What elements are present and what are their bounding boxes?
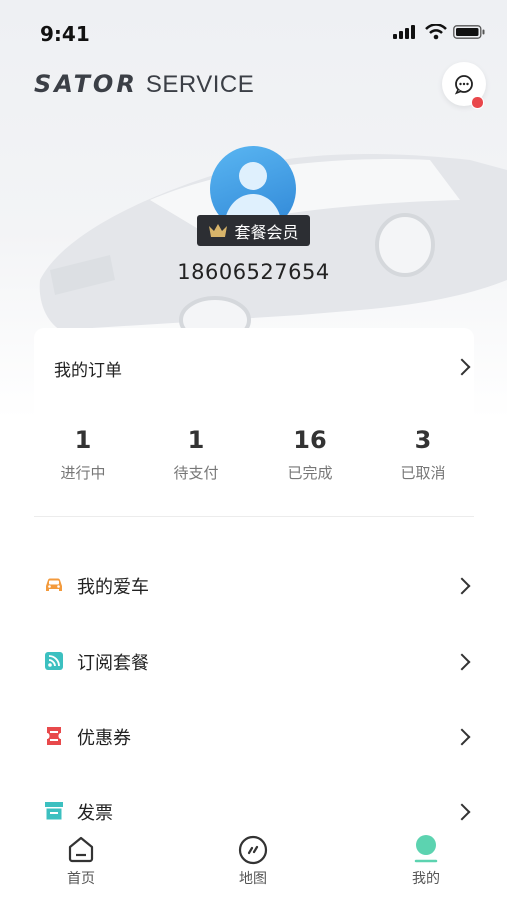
menu-item-subscription[interactable]: 订阅套餐 <box>34 636 474 686</box>
order-stat-completed[interactable]: 16 已完成 <box>265 426 355 483</box>
menu-item-coupons[interactable]: 优惠券 <box>34 711 474 761</box>
tab-label: 我的 <box>412 871 440 887</box>
chevron-right-icon <box>453 728 471 746</box>
orders-card: 我的订单 1 进行中 1 待支付 16 已完成 3 已取消 <box>34 328 474 518</box>
menu-item-label: 优惠券 <box>77 728 131 749</box>
chevron-right-icon <box>453 653 471 671</box>
invoice-icon <box>45 802 63 820</box>
chat-bubble-icon <box>454 75 473 95</box>
profile-icon <box>414 835 438 863</box>
member-badge: 套餐会员 <box>197 215 310 246</box>
menu-item-label: 发票 <box>77 803 113 824</box>
signal-icon <box>393 25 415 39</box>
tab-label: 地图 <box>239 871 267 887</box>
chevron-right-icon <box>453 577 471 595</box>
stat-label: 待支付 <box>173 464 219 482</box>
divider <box>34 516 474 517</box>
orders-title[interactable]: 我的订单 <box>54 356 122 381</box>
logo-service: SERVICE <box>145 71 255 98</box>
stat-label: 进行中 <box>60 464 106 482</box>
order-stat-cancelled[interactable]: 3 已取消 <box>378 426 468 483</box>
car-icon <box>46 578 62 591</box>
app-logo: SATOR SERVICE <box>34 70 254 99</box>
crown-icon <box>209 223 228 237</box>
notification-dot <box>471 96 484 109</box>
status-time: 9:41 <box>40 22 90 46</box>
stat-count: 1 <box>187 426 205 454</box>
menu-item-label: 订阅套餐 <box>77 653 149 674</box>
stat-count: 1 <box>74 426 92 454</box>
stat-count: 16 <box>293 426 327 454</box>
wifi-icon <box>425 24 447 40</box>
menu-item-label: 我的爱车 <box>77 577 149 598</box>
compass-icon <box>238 835 268 865</box>
stat-label: 已取消 <box>400 464 446 482</box>
bottom-tab-bar: 首页 地图 我的 <box>0 826 507 900</box>
status-bar: 9:41 <box>0 0 507 70</box>
order-stat-in-progress[interactable]: 1 进行中 <box>38 426 128 483</box>
battery-icon <box>453 25 485 39</box>
tab-label: 首页 <box>67 871 95 887</box>
member-badge-label: 套餐会员 <box>234 222 299 242</box>
chevron-right-icon <box>453 803 471 821</box>
home-icon <box>68 836 94 863</box>
tab-home[interactable]: 首页 <box>41 834 121 888</box>
rss-icon <box>45 652 63 670</box>
stat-label: 已完成 <box>287 464 333 482</box>
order-stat-pending-payment[interactable]: 1 待支付 <box>151 426 241 483</box>
chevron-right-icon[interactable] <box>453 358 471 376</box>
tab-profile[interactable]: 我的 <box>386 834 466 888</box>
tab-map[interactable]: 地图 <box>213 834 293 888</box>
user-phone: 18606527654 <box>177 260 330 284</box>
menu-item-my-car[interactable]: 我的爱车 <box>34 560 474 610</box>
logo-sator: SATOR <box>34 70 138 98</box>
stat-count: 3 <box>414 426 432 454</box>
coupon-icon <box>47 727 61 745</box>
